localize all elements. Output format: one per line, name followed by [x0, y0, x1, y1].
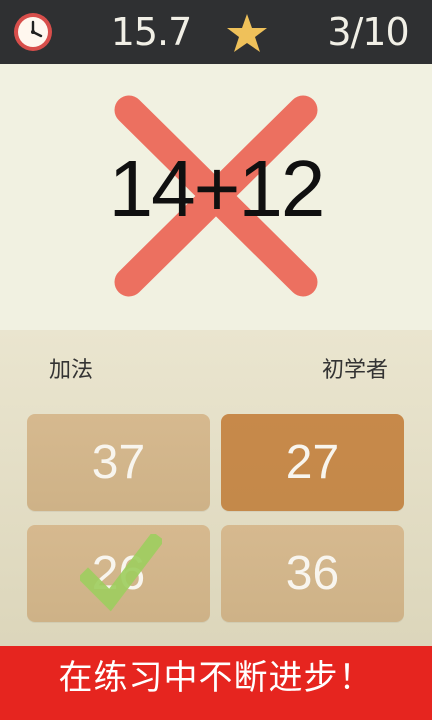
question-progress: 3/10: [327, 10, 409, 54]
answer-option-selected[interactable]: 27: [221, 414, 404, 511]
math-question: 14+12: [108, 144, 326, 233]
star-icon: [227, 14, 267, 52]
timer-value: 15.7: [110, 10, 193, 54]
check-icon: [80, 534, 162, 612]
operation-mode-label: 加法: [49, 358, 94, 383]
clock-icon: [14, 13, 52, 51]
answer-option[interactable]: 36: [221, 525, 404, 622]
difficulty-level-label: 初学者: [321, 358, 388, 383]
answer-option[interactable]: 37: [27, 414, 210, 511]
banner-text: 在练习中不断进步！: [58, 658, 374, 698]
top-bar: 15.7 3/10: [0, 0, 432, 64]
